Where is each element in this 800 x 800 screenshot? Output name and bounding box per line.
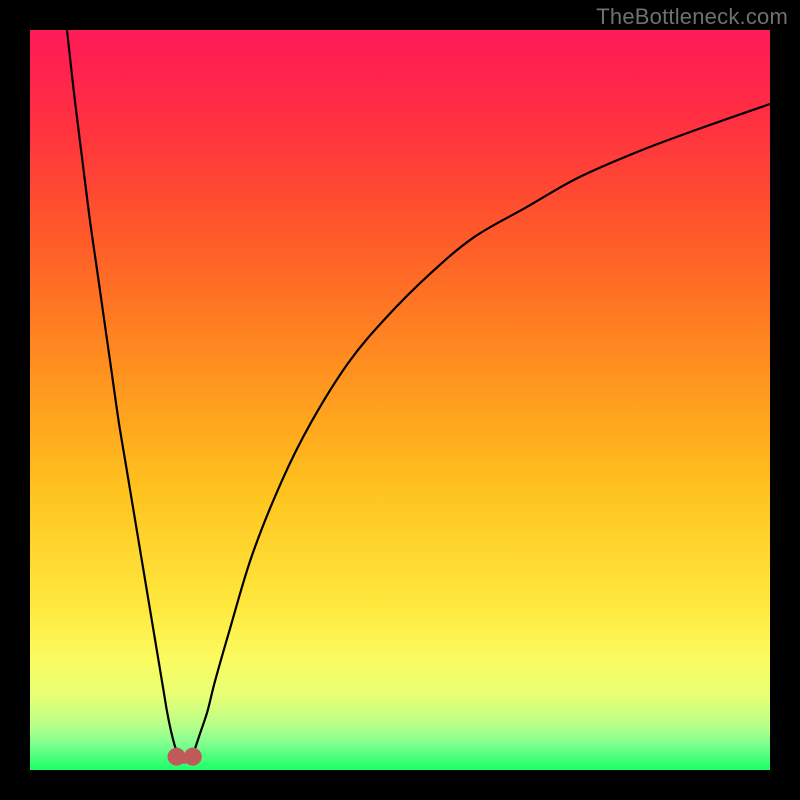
bottleneck-chart	[30, 30, 770, 770]
plot-background	[30, 30, 770, 770]
bottleneck-marker-right	[184, 748, 202, 766]
chart-frame: TheBottleneck.com	[0, 0, 800, 800]
bottleneck-marker-left	[168, 748, 186, 766]
watermark-text: TheBottleneck.com	[596, 4, 788, 30]
